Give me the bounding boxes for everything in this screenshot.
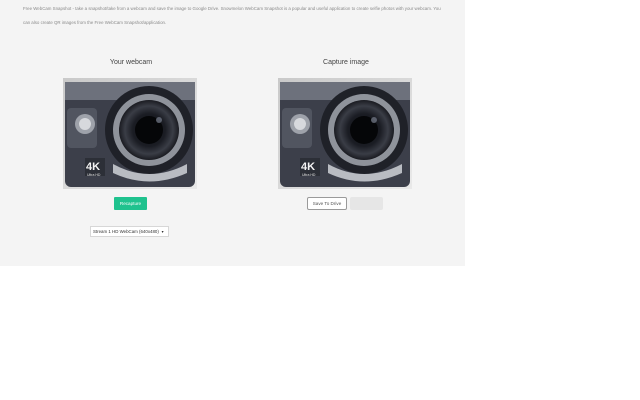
- captured-image: 4K Ultra HD: [278, 78, 412, 189]
- recapture-button[interactable]: Recapture: [114, 197, 147, 210]
- intro-line-1: Free WebCam Snapshot - take a snapshot/t…: [23, 6, 441, 11]
- intro-text: Free WebCam Snapshot - take a snapshot/t…: [23, 2, 461, 30]
- dropdown-caret-icon: ▼: [160, 229, 165, 234]
- captured-badge-subtext: Ultra HD: [302, 173, 316, 177]
- page-panel: Free WebCam Snapshot - take a snapshot/t…: [0, 0, 465, 266]
- image-badge-subtext: Ultra HD: [87, 173, 101, 177]
- webcam-title: Your webcam: [109, 59, 153, 66]
- disabled-button[interactable]: [350, 197, 383, 210]
- capture-preview: 4K Ultra HD: [278, 78, 412, 189]
- camera-select-value: Stream 1 HD WebCam (640x480): [93, 229, 159, 234]
- webcam-image: 4K Ultra HD: [63, 78, 197, 189]
- image-badge-text: 4K: [86, 161, 100, 173]
- capture-title: Capture image: [323, 59, 369, 66]
- intro-line-2: can also create QR images from the Free …: [23, 20, 167, 25]
- save-to-drive-button[interactable]: Save To Drive: [307, 197, 347, 210]
- camera-select[interactable]: Stream 1 HD WebCam (640x480) ▼: [90, 226, 169, 237]
- captured-badge-text: 4K: [301, 161, 315, 173]
- webcam-preview: 4K Ultra HD: [63, 78, 197, 189]
